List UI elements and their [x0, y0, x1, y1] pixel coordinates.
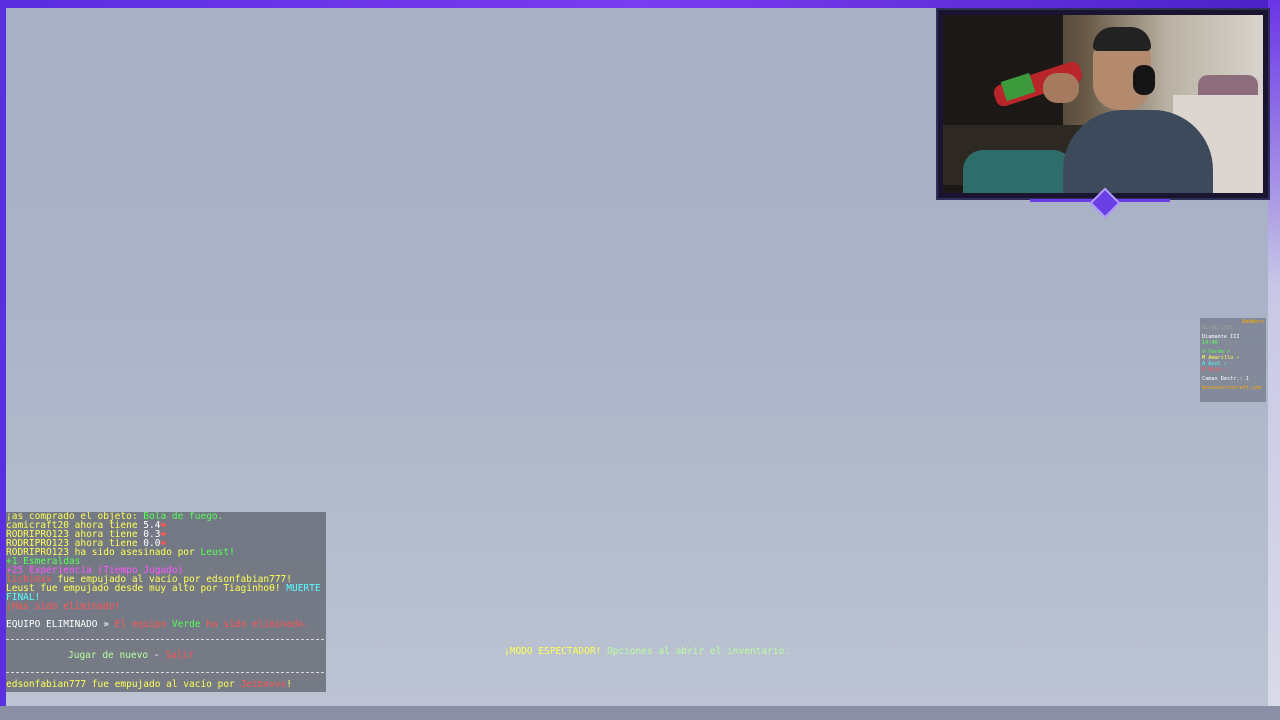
scoreboard-line: R Rojo ✓: [1202, 367, 1227, 373]
chat-divider: [6, 639, 324, 640]
scoreboard-date: 01/06/2021: [1202, 325, 1234, 331]
game-chat: ¡as comprado el objeto: Bola de fuego. c…: [6, 512, 326, 692]
scoreboard-server: mcuniversocraft.com: [1202, 385, 1262, 391]
play-again-link[interactable]: Jugar de nuevo: [68, 650, 148, 661]
webcam-feed: [943, 15, 1263, 193]
headset-icon: [1133, 65, 1155, 95]
exit-link[interactable]: Salir: [165, 650, 194, 661]
webcam-overlay: [936, 8, 1270, 200]
chat-divider: [6, 672, 324, 673]
chat-line: edsonfabian777 fue empujado al vacío por…: [6, 679, 292, 690]
scoreboard-line: 14:40: [1202, 340, 1218, 346]
chat-line: ¡Has sido eliminado!: [6, 601, 121, 612]
end-game-menu: Jugar de nuevo - Salir: [68, 650, 194, 661]
scoreboard-line: Camas Destr.: 1: [1202, 376, 1249, 382]
team-eliminated-message: EQUIPO ELIMINADO » El equipo Verde ha si…: [6, 619, 310, 630]
chat-line: Leust fue empujado desde muy alto por Ti…: [6, 583, 321, 594]
scoreboard-sidebar: BedWars 01/06/2021 Diamante III 14:40 V …: [1200, 318, 1266, 402]
stream-frame-top: [0, 0, 1280, 8]
spectator-mode-message: ¡MODO ESPECTADOR! Opciones al abrir el i…: [504, 646, 790, 657]
streamer-figure: [1063, 110, 1213, 193]
stream-frame-bottom: [0, 706, 1280, 720]
